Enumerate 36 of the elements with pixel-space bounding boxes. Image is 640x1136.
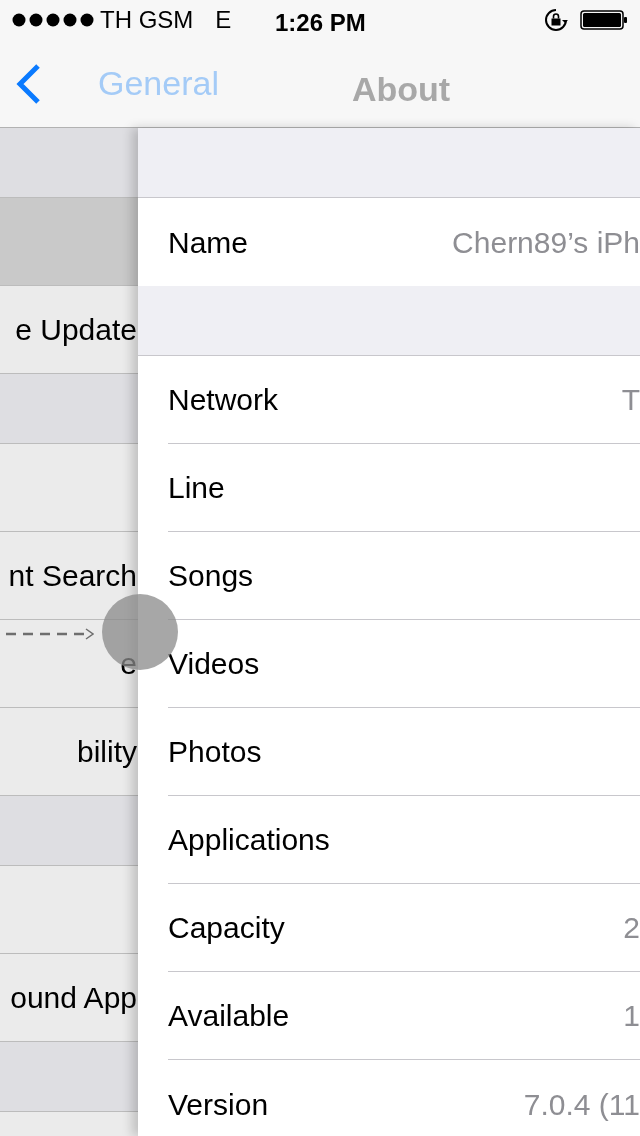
row-label: Available [168, 998, 290, 1034]
back-chevron-icon [16, 63, 40, 104]
row-label: Photos [168, 734, 262, 770]
list-cell[interactable]: bility [0, 708, 138, 796]
network-type: E [215, 5, 232, 35]
row-value: 7.0.4 (11 [523, 1086, 640, 1123]
cell-label: bility [77, 734, 138, 770]
row-value: Chern89’s iPh [452, 224, 640, 261]
row-label: Name [168, 224, 249, 261]
cell-label: ound App [10, 980, 138, 1016]
rotation-lock-icon [544, 8, 568, 32]
battery-icon [580, 10, 628, 30]
carrier-name: TH GSM [100, 5, 194, 35]
row-label: Capacity [168, 910, 285, 946]
row-value: 1 [623, 998, 640, 1034]
cell-label: e Update [15, 312, 138, 348]
status-time: 1:26 PM [275, 8, 366, 38]
row-label: Network [168, 382, 279, 418]
list-cell[interactable] [0, 444, 138, 532]
signal-strength-icon [12, 13, 94, 27]
row-label: Videos [168, 646, 260, 682]
row-label: Version [168, 1086, 269, 1123]
dashed-arrow-icon [6, 628, 94, 640]
list-cell[interactable]: ound App [0, 954, 138, 1042]
list-cell[interactable] [0, 866, 138, 954]
row-label: Applications [168, 822, 330, 858]
cell-label: nt Search [8, 558, 138, 594]
row-label: Songs [168, 558, 254, 594]
list-cell[interactable] [0, 198, 138, 286]
list-cell[interactable]: nt Search [0, 532, 138, 620]
back-button[interactable] [16, 63, 42, 104]
row-label: Line [168, 470, 225, 506]
nav-title: About [352, 69, 451, 110]
row-value: 2 [623, 910, 640, 946]
row-value: T [621, 382, 640, 418]
list-cell[interactable]: e Update [0, 286, 138, 374]
